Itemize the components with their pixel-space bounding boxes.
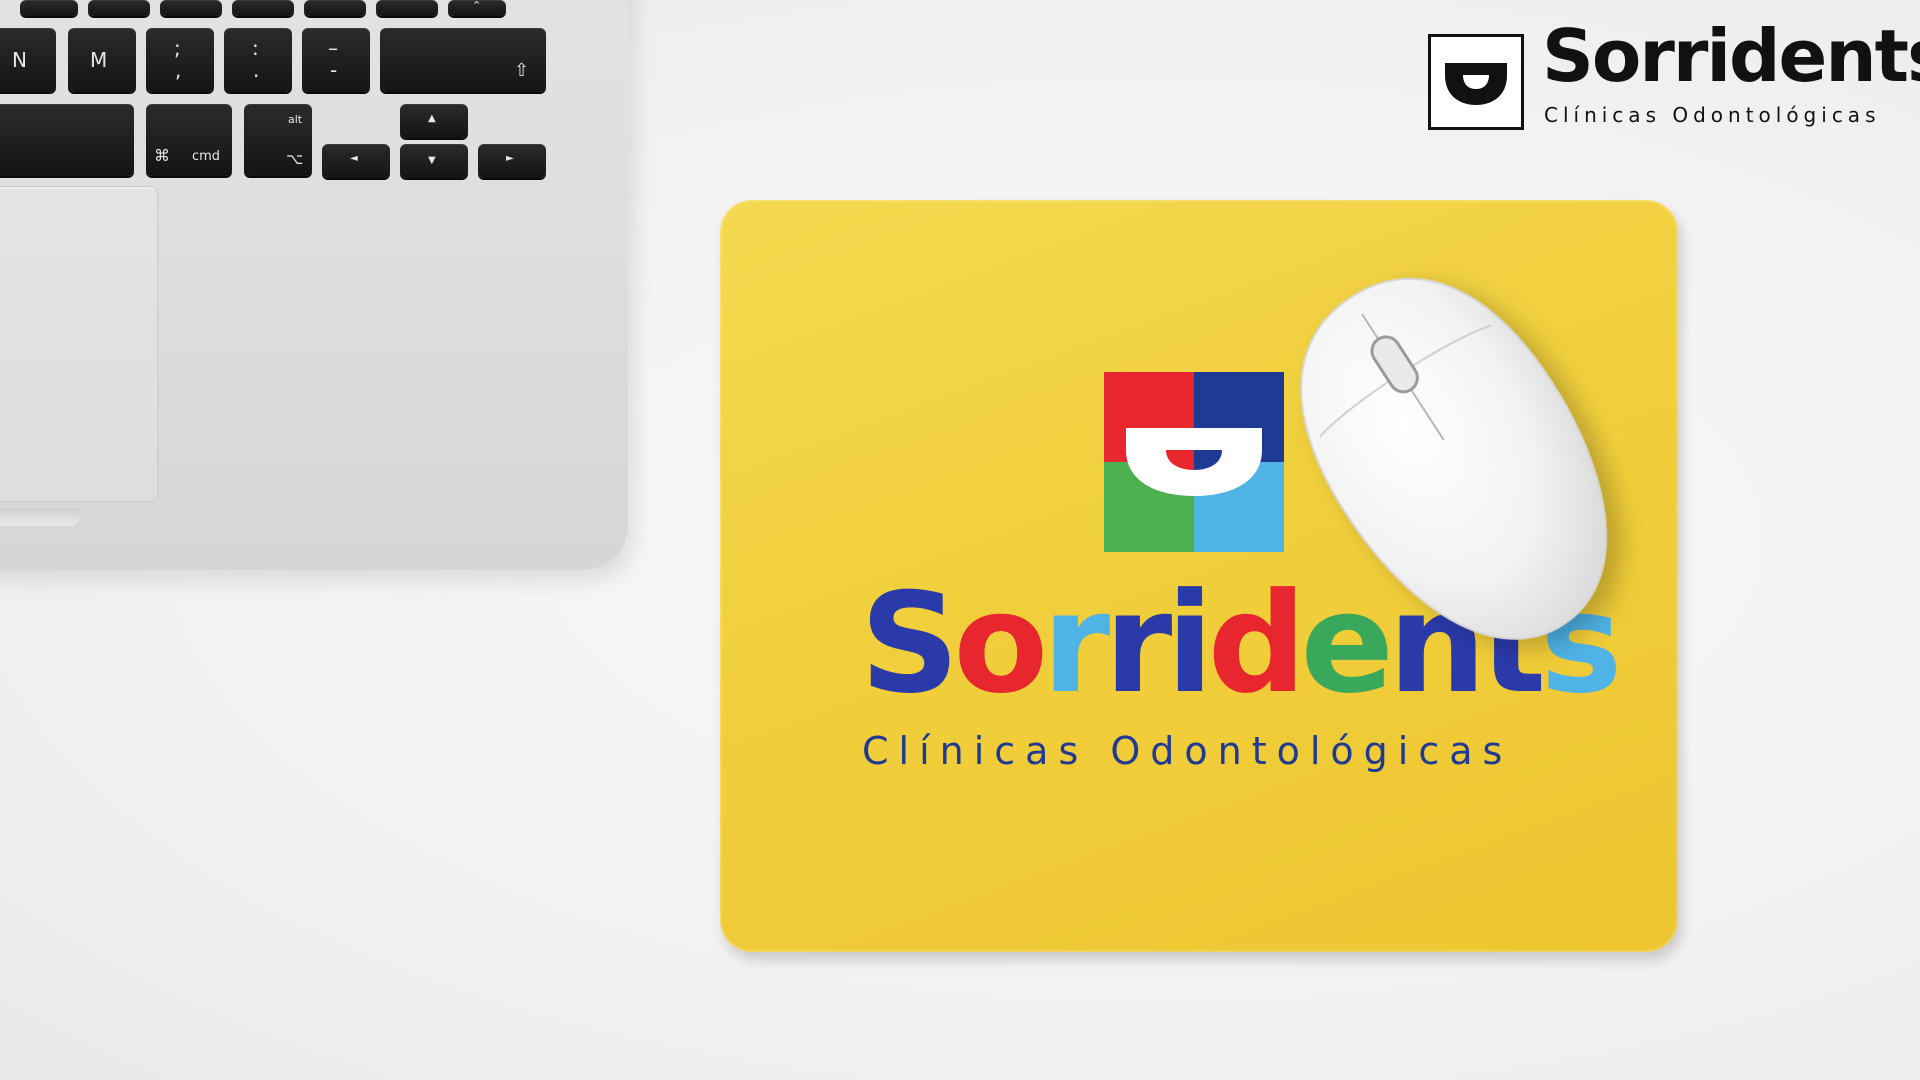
key-top-2: [88, 0, 150, 16]
option-icon: ⌥: [286, 150, 304, 168]
key-colon: : .: [224, 28, 292, 92]
key-semicolon-bottom: ,: [175, 58, 182, 82]
logo-letter: o: [953, 563, 1048, 724]
smile-logo-icon: [1428, 34, 1524, 130]
logo-letter: r: [1104, 563, 1172, 724]
logo-letter: i: [1166, 563, 1213, 724]
key-top-3: [160, 0, 222, 16]
brand-name: Sorridents: [1542, 14, 1920, 98]
key-top-5: [304, 0, 366, 16]
logo-letter: r: [1042, 563, 1110, 724]
key-semicolon-top: ;: [174, 36, 181, 60]
key-alt-label: alt: [288, 113, 303, 126]
key-colon-top: :: [252, 36, 259, 60]
key-shift: ⇧: [380, 28, 546, 92]
mousepad-logo-subtitle: Clínicas Odontológicas: [862, 729, 1513, 773]
key-top-4: [232, 0, 294, 16]
shift-icon: ⇧: [514, 60, 530, 81]
arrow-right-icon: ►: [506, 153, 514, 164]
key-arrow-left: ◄: [322, 144, 390, 178]
brand-logo: Sorridents Clínicas Odontológicas: [1428, 20, 1920, 132]
arrow-down-icon: ▼: [428, 155, 436, 166]
key-n: N: [0, 28, 56, 92]
key-arrow-right: ►: [478, 144, 546, 178]
key-n-label: N: [12, 48, 27, 72]
key-colon-bottom: .: [253, 58, 260, 82]
eject-glyph: ⌃: [472, 0, 482, 12]
cmd-icon: ⌘: [154, 146, 170, 165]
trackpad: [0, 186, 158, 502]
key-top-6: [376, 0, 438, 16]
key-cmd-label: cmd: [192, 149, 221, 164]
key-m: M: [68, 28, 136, 92]
key-dash-bottom: -: [330, 58, 338, 82]
arrow-up-icon: ▲: [428, 113, 436, 124]
brand-subtitle: Clínicas Odontológicas: [1544, 103, 1881, 127]
computer-mouse: [1250, 235, 1670, 695]
laptop-front-lip: [0, 508, 80, 526]
key-semicolon: ; ,: [146, 28, 214, 92]
key-cmd: ⌘ cmd: [146, 104, 232, 176]
key-alt: alt ⌥: [244, 104, 312, 176]
key-m-label: M: [90, 48, 108, 72]
key-space: [0, 104, 134, 176]
key-top-7: ⌃: [448, 0, 506, 16]
key-arrow-up: ▲: [400, 104, 468, 138]
key-top-1: [20, 0, 78, 16]
key-dash: – -: [302, 28, 370, 92]
logo-letter: S: [860, 563, 959, 724]
key-dash-top: –: [328, 36, 338, 60]
product-mockup-scene: ⌃ N M ; , : . – - ⇧ ⌘ cmd alt ⌥ ◄ ▲ ▼ ► …: [0, 0, 1920, 1080]
key-arrow-down: ▼: [400, 144, 468, 178]
arrow-left-icon: ◄: [350, 153, 358, 164]
laptop: ⌃ N M ; , : . – - ⇧ ⌘ cmd alt ⌥ ◄ ▲ ▼ ►: [0, 0, 628, 570]
